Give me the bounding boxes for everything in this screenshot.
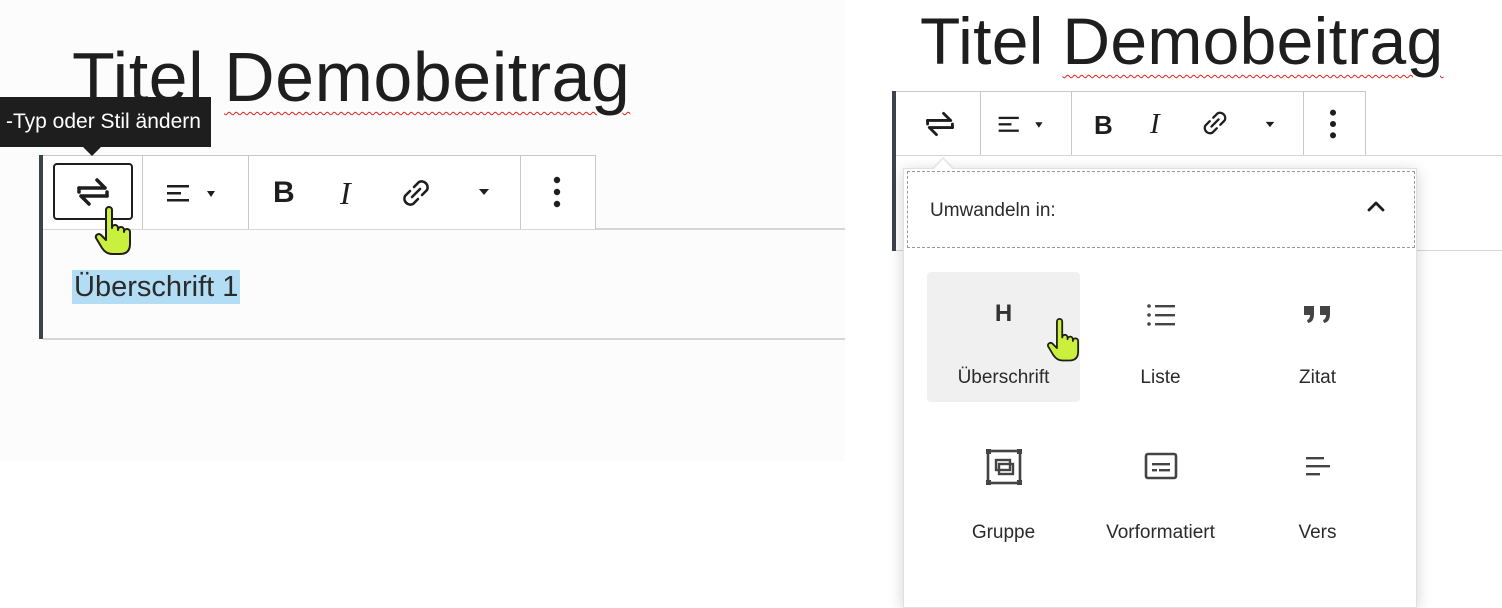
list-icon <box>1084 300 1237 330</box>
verse-icon <box>1241 452 1394 482</box>
block-divider <box>43 338 845 340</box>
italic-button[interactable]: I <box>340 175 351 212</box>
vertical-ellipsis-icon <box>553 176 561 208</box>
align-dropdown[interactable] <box>993 110 1061 140</box>
post-title-word-1: Titel <box>920 4 1044 78</box>
more-options-button[interactable] <box>1318 104 1348 144</box>
toolbar-separator <box>248 155 249 229</box>
toolbar-separator <box>980 91 981 155</box>
transform-option-label: Vers <box>1298 522 1337 543</box>
heading-block-text[interactable]: Überschrift 1 <box>72 270 241 304</box>
align-left-icon <box>166 185 215 202</box>
toolbar-separator <box>520 155 521 229</box>
hand-cursor-icon <box>94 206 134 263</box>
toolbar-separator <box>1071 91 1072 155</box>
more-formats-dropdown[interactable] <box>1258 114 1282 134</box>
transform-option-label: Überschrift <box>957 367 1050 388</box>
align-dropdown[interactable] <box>160 178 235 210</box>
block-toolbar <box>896 91 1366 155</box>
transform-option-label: Gruppe <box>971 522 1036 543</box>
vertical-ellipsis-icon <box>1329 109 1337 139</box>
bold-button[interactable]: B <box>1094 110 1113 141</box>
italic-button[interactable]: I <box>1150 108 1160 141</box>
group-icon <box>927 447 1080 487</box>
transform-icon <box>77 177 109 206</box>
transform-icon <box>926 111 954 137</box>
post-title-word-2: Demobeitrag <box>224 38 631 116</box>
toolbar-separator <box>142 155 143 229</box>
more-formats-dropdown[interactable] <box>470 180 498 204</box>
more-options-button[interactable] <box>540 172 574 212</box>
transform-option-label: Liste <box>1140 367 1181 388</box>
tooltip: -Typ oder Stil ändern <box>0 97 211 147</box>
chevron-down-icon <box>1265 121 1275 127</box>
hand-cursor-icon <box>1046 318 1082 369</box>
quote-icon <box>1241 300 1394 328</box>
transform-block-button[interactable] <box>915 106 965 142</box>
popover-arrow-inner <box>934 159 952 169</box>
chevron-up-icon[interactable] <box>1366 199 1386 218</box>
transform-option-label: Zitat <box>1299 367 1336 388</box>
post-title[interactable]: Titel Demobeitrag <box>920 8 1444 74</box>
link-button[interactable] <box>396 175 436 211</box>
toolbar-separator <box>1303 91 1304 155</box>
chevron-down-icon <box>479 189 489 195</box>
post-title-word-2: Demobeitrag <box>1062 4 1444 78</box>
bold-button[interactable]: B <box>273 176 295 210</box>
popover-header-label: Umwandeln in: <box>930 200 1056 221</box>
link-icon <box>1203 111 1227 135</box>
link-icon <box>403 180 429 206</box>
transform-option-label: Vorformatiert <box>1106 522 1215 543</box>
link-button[interactable] <box>1197 106 1233 140</box>
toolbar-divider <box>896 155 1502 156</box>
align-left-icon <box>998 116 1043 132</box>
tooltip-arrow <box>83 147 101 156</box>
preformatted-icon <box>1084 450 1237 482</box>
